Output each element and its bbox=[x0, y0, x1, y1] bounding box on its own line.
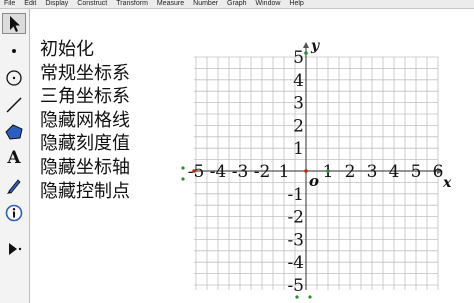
x-tick-label: -4 bbox=[210, 162, 227, 182]
y-tick-label: -5 bbox=[287, 276, 304, 296]
control-point-left-lower[interactable] bbox=[181, 177, 185, 181]
control-point-left[interactable] bbox=[181, 166, 185, 170]
unit-point[interactable] bbox=[326, 169, 330, 173]
y-tick-label: 4 bbox=[293, 71, 304, 91]
x-tick-label: 5 bbox=[411, 162, 422, 182]
y-tick-label: -2 bbox=[287, 208, 304, 228]
x-tick-label: -3 bbox=[232, 162, 249, 182]
y-tick-label: 5 bbox=[293, 48, 304, 68]
x-axis-end-point[interactable] bbox=[192, 169, 196, 173]
x-tick-label: 6 bbox=[433, 162, 444, 182]
y-tick-label: 3 bbox=[293, 94, 304, 114]
y-tick-label: 1 bbox=[293, 139, 304, 159]
x-tick-label: 4 bbox=[389, 162, 400, 182]
x-tick-label: -5 bbox=[188, 162, 205, 182]
x-tick-label: 1 bbox=[279, 162, 290, 182]
coordinate-graph: -5-4-3-2112345654321-1-2-3-4-5oxy bbox=[181, 38, 452, 299]
y-tick-label: -3 bbox=[287, 230, 304, 250]
origin-point[interactable] bbox=[304, 169, 308, 173]
x-tick-label: 2 bbox=[345, 162, 356, 182]
control-point-bottom-left[interactable] bbox=[295, 295, 299, 299]
x-tick-label: 3 bbox=[367, 162, 378, 182]
control-point-bottom-right[interactable] bbox=[308, 295, 312, 299]
y-axis-top-point[interactable] bbox=[304, 51, 308, 55]
y-tick-label: 2 bbox=[293, 116, 304, 136]
x-axis-name: x bbox=[442, 175, 452, 191]
y-tick-label: -4 bbox=[287, 253, 304, 273]
x-tick-label: -2 bbox=[254, 162, 271, 182]
y-axis-name: y bbox=[310, 38, 320, 54]
origin-label: o bbox=[309, 172, 319, 190]
y-tick-label: -1 bbox=[287, 185, 304, 205]
